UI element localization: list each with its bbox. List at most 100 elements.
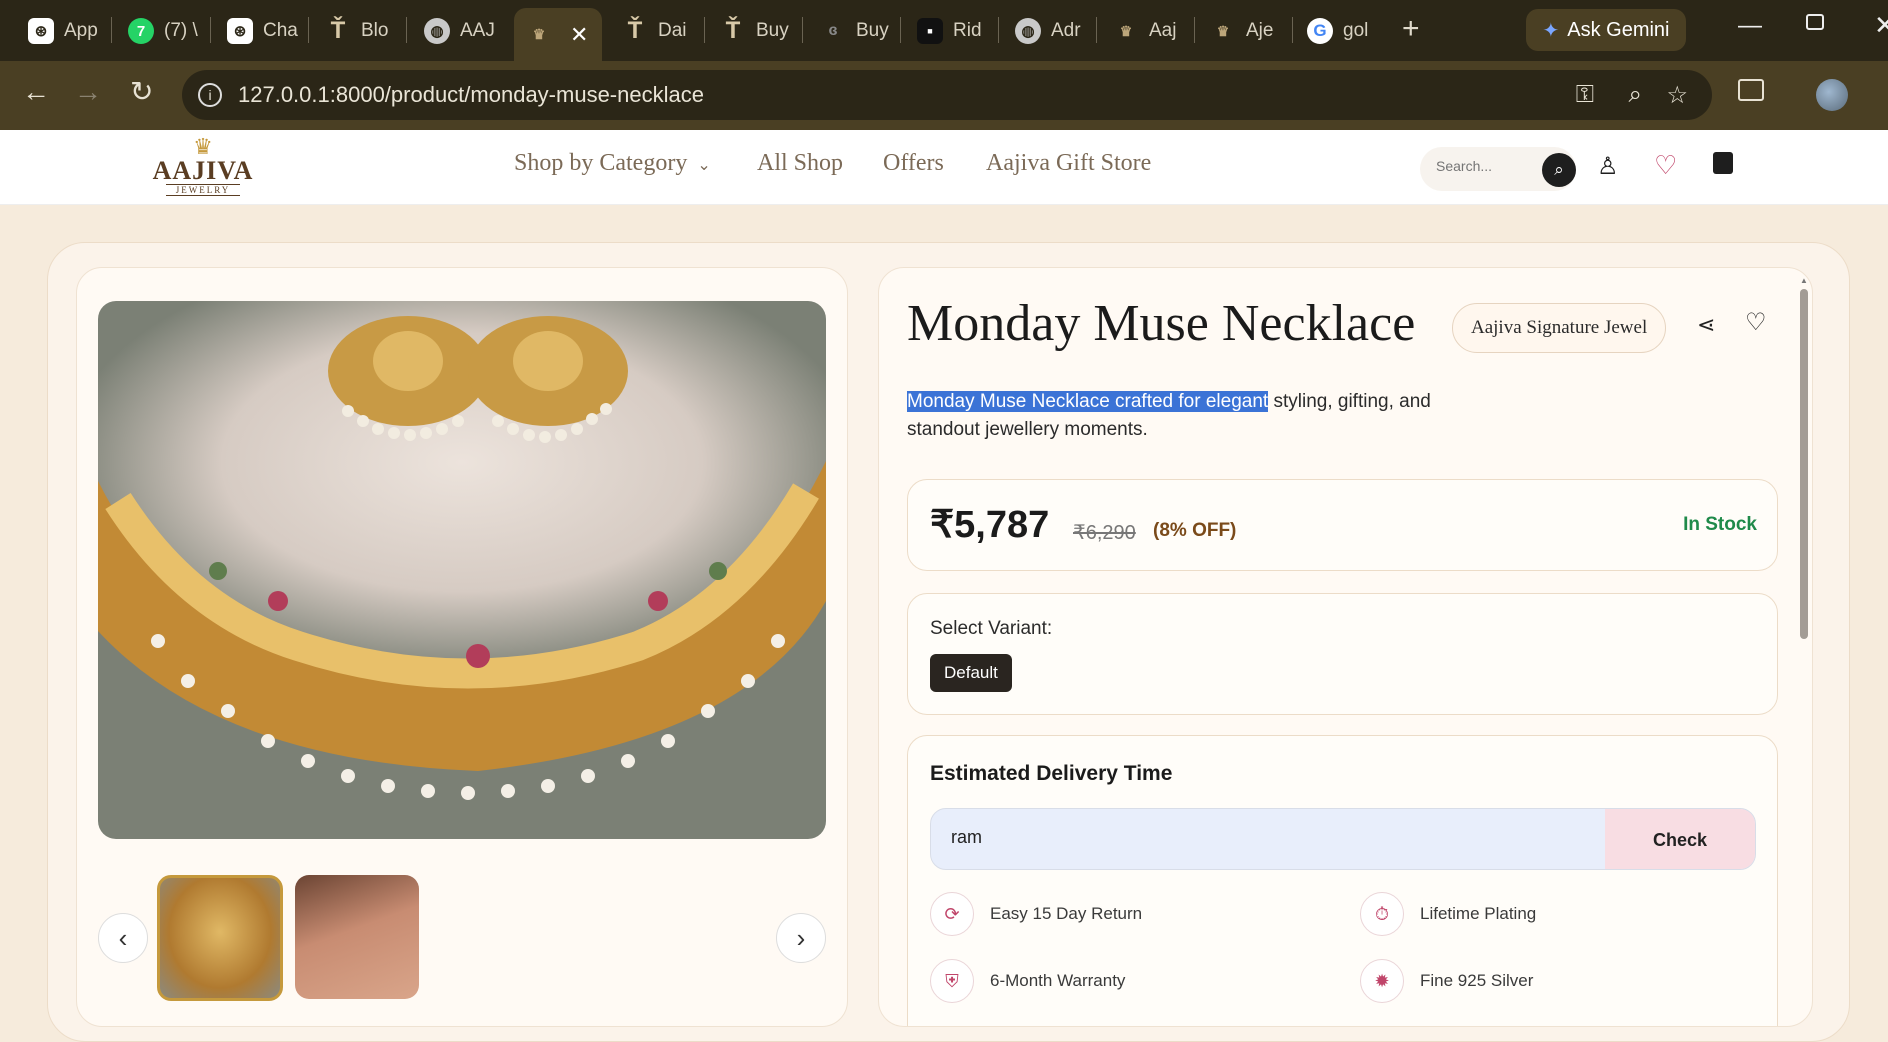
browser-tab[interactable]: Ť Buy [720,12,789,50]
close-window-icon[interactable]: ✕ [1874,10,1888,41]
address-bar[interactable]: i 127.0.0.1:8000/product/monday-muse-nec… [182,70,1712,120]
delivery-title: Estimated Delivery Time [930,762,1173,785]
aajiva-icon: ♛ [1216,22,1230,39]
search-box: ⌕ [1420,147,1576,191]
browser-tab[interactable]: ɞ Buy [820,12,888,50]
thumbnail-1[interactable] [157,875,283,1001]
browser-tab[interactable]: 7 (7) \ [128,12,198,50]
zoom-icon[interactable]: ⌕ [1629,81,1642,109]
browser-tab[interactable]: ◍ AAJ [424,12,495,50]
bookmark-star-icon[interactable]: ☆ [1666,81,1688,110]
collection-badge[interactable]: Aajiva Signature Jewel [1452,303,1667,353]
nav-gift-store[interactable]: Aajiva Gift Store [986,150,1151,177]
browser-tab[interactable]: ⊛ Cha [227,12,298,50]
variant-label: Select Variant: [930,618,1053,639]
minimize-icon[interactable]: — [1738,12,1762,40]
menu-icon[interactable]: ⋮ [1878,67,1888,93]
site-header: ♛ AAJIVA JEWELRY Shop by Category ⌄ All … [0,130,1888,205]
chevron-left-icon: ‹ [118,922,128,953]
stock-status: In Stock [1683,514,1757,535]
variant-box: Select Variant: Default [907,593,1778,715]
cart-bag-icon[interactable] [1713,152,1733,174]
browser-tab-strip: ⊛ App 7 (7) \ ⊛ Cha Ť Blo ◍ AAJ ♛ ✕ Ť Da… [0,0,1888,61]
browser-tab[interactable]: ♛ Aaj [1113,12,1177,50]
browser-tab[interactable]: ◍ Adr [1015,12,1081,50]
reload-icon[interactable]: ↻ [130,75,153,108]
prev-image-button[interactable]: ‹ [98,913,148,963]
restore-icon[interactable] [1806,14,1824,30]
mrp-price: ₹6,290 [1073,522,1136,544]
feature-plating: ⏱ Lifetime Plating [1360,892,1536,936]
account-icon[interactable]: ♙ [1597,152,1619,181]
openai-icon: ⊛ [227,18,253,44]
product-title: Monday Muse Necklace [907,295,1416,352]
google-icon: G [1307,18,1333,44]
product-main-image[interactable] [98,301,826,839]
share-icon[interactable]: ⋖ [1697,312,1715,338]
site-logo[interactable]: ♛ AAJIVA JEWELRY [148,136,258,202]
site-info-icon[interactable]: i [198,83,222,107]
chevron-down-icon: ⌄ [697,157,711,174]
nav-offers[interactable]: Offers [883,150,944,177]
tanishq-icon: Ť [725,17,741,44]
browser-tab[interactable]: ⊛ App [28,12,98,50]
variant-default-button[interactable]: Default [930,654,1012,692]
password-key-icon[interactable]: ⚿ [1576,81,1594,109]
scrollbar[interactable]: ▲ [1800,276,1808,1016]
close-tab-icon[interactable]: ✕ [570,22,588,48]
nav-shop-by-category[interactable]: Shop by Category ⌄ [514,150,711,177]
gemini-icon: ✦ [1542,19,1560,42]
scrollbar-thumb[interactable] [1800,289,1808,639]
brand-icon: ■ [917,18,943,44]
browser-tab[interactable]: ♛ Aje [1210,12,1274,50]
product-gallery: ‹ › [76,267,848,1027]
browser-tab[interactable]: Ť Dai [622,12,687,50]
feature-warranty: ⛨ 6-Month Warranty [930,959,1125,1003]
profile-avatar[interactable] [1816,79,1848,111]
next-image-button[interactable]: › [776,913,826,963]
browser-toolbar: ← → ↻ i 127.0.0.1:8000/product/monday-mu… [0,61,1888,130]
wishlist-heart-icon[interactable]: ♡ [1654,150,1677,181]
pincode-field: Check [930,808,1756,870]
browser-tab[interactable]: Ť Blo [325,12,389,50]
forward-icon[interactable]: → [74,76,102,108]
back-icon[interactable]: ← [22,76,50,108]
url-text[interactable]: 127.0.0.1:8000/product/monday-muse-neckl… [238,82,704,108]
aajiva-icon: ♛ [532,26,546,42]
globe-icon: ◍ [424,18,450,44]
tanishq-icon: Ť [627,17,643,44]
delivery-box: Estimated Delivery Time Check ⟳Easy 15 D… [907,735,1778,1026]
wishlist-icon[interactable]: ♡ [1745,308,1767,337]
thumbnail-2[interactable] [295,875,419,999]
new-tab-icon[interactable]: + [1402,12,1420,46]
search-icon: ⌕ [1554,160,1564,179]
badge-icon: ✹ [1360,959,1404,1003]
shield-icon: ⛨ [930,959,974,1003]
sale-price: ₹5,787 [930,504,1050,546]
tanishq-icon: Ť [330,17,346,44]
product-description: Monday Muse Necklace crafted for elegant… [907,391,1431,440]
browser-tab-active[interactable]: ♛ ✕ [514,8,602,61]
feature-silver: ✹ Fine 925 Silver [1360,959,1533,1003]
chevron-right-icon: › [796,922,806,953]
selected-text: Monday Muse Necklace crafted for elegant [907,391,1269,412]
browser-tab[interactable]: ■ Rid [917,12,982,50]
refresh-icon: ⟳ [930,892,974,936]
pincode-input[interactable] [951,827,1451,848]
price-box: ₹5,787 ₹6,290 (8% OFF) In Stock [907,479,1778,571]
discount-label: (8% OFF) [1153,520,1237,541]
aajiva-icon: ♛ [1119,22,1133,39]
tab-search-icon[interactable] [1738,79,1764,101]
stopwatch-icon: ⏱ [1360,892,1404,936]
search-input[interactable] [1436,158,1536,174]
nav-all-shop[interactable]: All Shop [757,150,843,177]
feature-return: ⟳ Easy 15 Day Return [930,892,1142,936]
search-button[interactable]: ⌕ [1542,153,1576,187]
check-delivery-button[interactable]: Check [1605,809,1755,869]
globe-icon: ◍ [1015,18,1041,44]
ask-gemini-button[interactable]: ✦ Ask Gemini [1526,9,1686,51]
browser-tab[interactable]: G gol [1307,12,1368,50]
product-info: Monday Muse Necklace Aajiva Signature Je… [878,267,1813,1027]
scroll-up-icon[interactable]: ▲ [1800,276,1808,285]
openai-icon: ⊛ [28,18,54,44]
